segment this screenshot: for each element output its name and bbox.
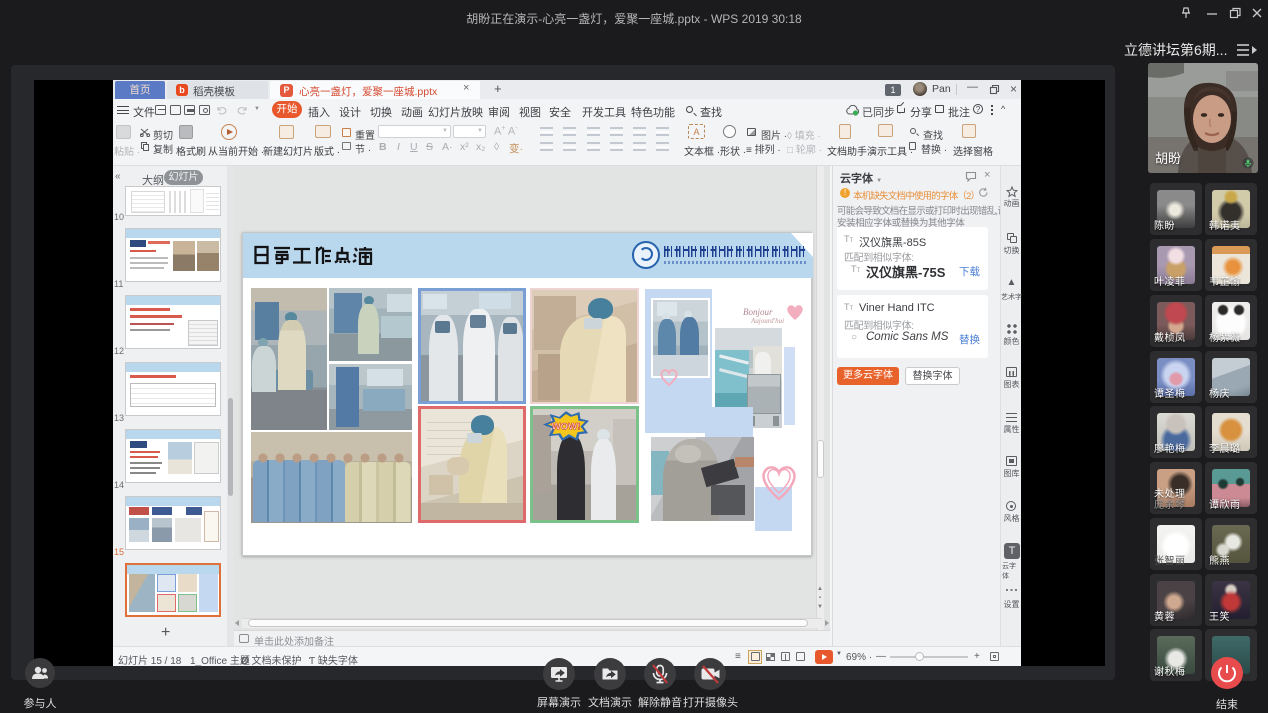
svg-text:WOW!: WOW! — [552, 421, 581, 432]
